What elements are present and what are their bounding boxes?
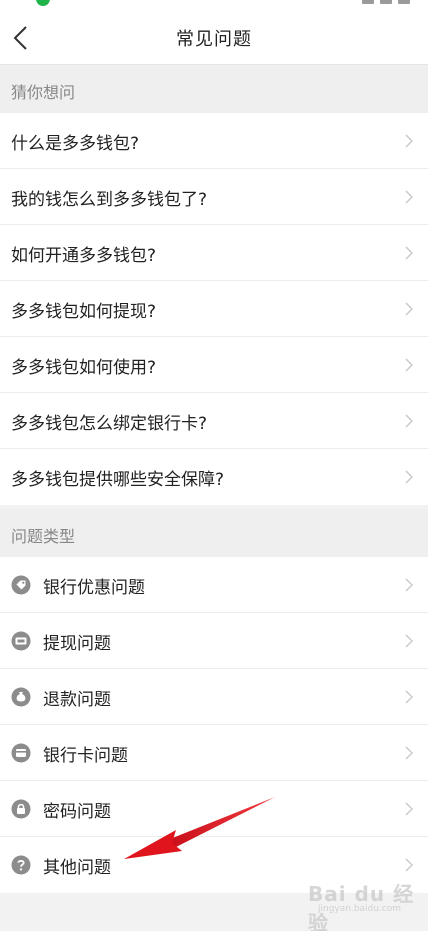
question-row[interactable]: 多多钱包提供哪些安全保障? — [0, 449, 428, 505]
chevron-right-icon — [405, 858, 413, 872]
question-label: 多多钱包如何使用? — [11, 358, 157, 378]
signal-icon — [380, 0, 392, 4]
question-type-label: 提现问题 — [43, 634, 111, 654]
chevron-right-icon — [405, 690, 413, 704]
chevron-right-icon — [405, 470, 413, 484]
section-title: 猜你想问 — [11, 83, 76, 102]
question-type-list: 银行优惠问题 提现问题 退款问题 银行卡问题 密码问题 其他问题 — [0, 557, 428, 893]
question-type-row[interactable]: 银行优惠问题 — [0, 557, 428, 613]
question-type-label: 密码问题 — [43, 802, 111, 822]
question-type-label: 退款问题 — [43, 690, 111, 710]
question-label: 如何开通多多钱包? — [11, 246, 157, 266]
status-app-icon — [36, 0, 50, 6]
card-icon — [11, 743, 31, 763]
lock-icon — [11, 799, 31, 819]
question-type-row[interactable]: 银行卡问题 — [0, 725, 428, 781]
question-type-row[interactable]: 提现问题 — [0, 613, 428, 669]
question-type-row[interactable]: 密码问题 — [0, 781, 428, 837]
money-bag-icon — [11, 687, 31, 707]
question-label: 多多钱包怎么绑定银行卡? — [11, 414, 208, 434]
app-page: 常见问题 猜你想问 什么是多多钱包? 我的钱怎么到多多钱包了? 如何开通多多钱包… — [0, 0, 428, 931]
question-label: 多多钱包如何提现? — [11, 302, 157, 322]
chevron-right-icon — [405, 802, 413, 816]
signal-icon — [362, 0, 374, 4]
section-header-guess: 猜你想问 — [0, 65, 428, 113]
question-type-label: 银行卡问题 — [43, 746, 128, 766]
section-header-types: 问题类型 — [0, 509, 428, 557]
chevron-right-icon — [405, 414, 413, 428]
question-type-label: 银行优惠问题 — [43, 578, 145, 598]
chevron-right-icon — [405, 190, 413, 204]
wifi-icon — [398, 0, 410, 4]
question-label: 什么是多多钱包? — [11, 134, 140, 154]
chevron-right-icon — [405, 746, 413, 760]
chevron-right-icon — [405, 246, 413, 260]
question-row[interactable]: 多多钱包怎么绑定银行卡? — [0, 393, 428, 449]
cash-icon — [11, 631, 31, 651]
question-type-row[interactable]: 退款问题 — [0, 669, 428, 725]
top-nav-bar: 常见问题 — [0, 12, 428, 65]
chevron-right-icon — [405, 578, 413, 592]
chevron-right-icon — [405, 134, 413, 148]
question-row[interactable]: 什么是多多钱包? — [0, 113, 428, 169]
chevron-right-icon — [405, 302, 413, 316]
status-bar — [0, 0, 428, 12]
watermark-url: jingyan.baidu.com — [318, 904, 402, 914]
tag-icon — [11, 575, 31, 595]
question-label: 我的钱怎么到多多钱包了? — [11, 190, 208, 210]
page-title: 常见问题 — [176, 29, 252, 50]
chevron-right-icon — [405, 358, 413, 372]
section-title: 问题类型 — [11, 527, 76, 546]
question-label: 多多钱包提供哪些安全保障? — [11, 470, 225, 490]
question-icon — [11, 855, 31, 875]
guess-question-list: 什么是多多钱包? 我的钱怎么到多多钱包了? 如何开通多多钱包? 多多钱包如何提现… — [0, 113, 428, 505]
question-type-label: 其他问题 — [43, 858, 111, 878]
chevron-right-icon — [405, 634, 413, 648]
question-row[interactable]: 我的钱怎么到多多钱包了? — [0, 169, 428, 225]
status-indicators — [362, 0, 410, 4]
question-row[interactable]: 多多钱包如何提现? — [0, 281, 428, 337]
question-row[interactable]: 如何开通多多钱包? — [0, 225, 428, 281]
question-row[interactable]: 多多钱包如何使用? — [0, 337, 428, 393]
